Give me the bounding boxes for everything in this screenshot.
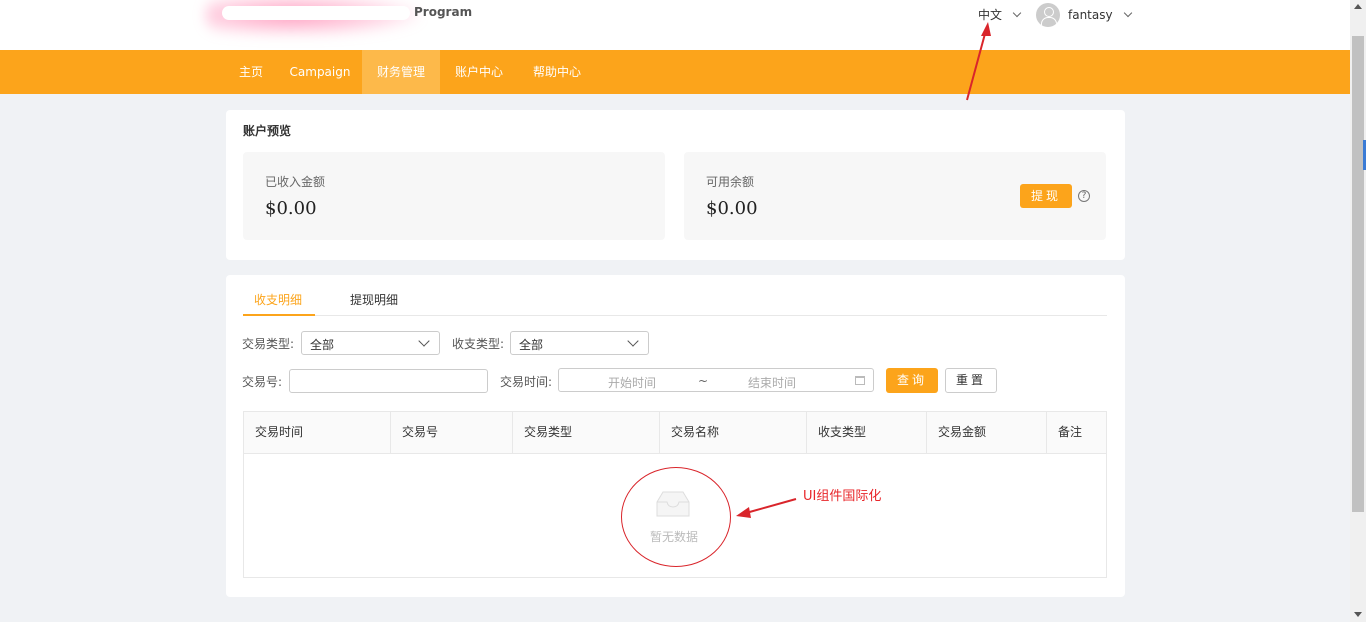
scrollbar-thumb[interactable] — [1352, 36, 1364, 512]
col-io-type: 收支类型 — [807, 412, 927, 453]
balance-label: 可用余额 — [706, 175, 755, 189]
io-type-value: 全部 — [519, 338, 544, 352]
trade-type-label: 交易类型: — [242, 337, 295, 351]
trade-time-label: 交易时间: — [500, 375, 553, 389]
nav-item-help[interactable]: 帮助中心 — [522, 50, 592, 94]
start-time-placeholder[interactable]: 开始时间 — [608, 374, 656, 391]
col-trade-time: 交易时间 — [244, 412, 391, 453]
balance-stat: 可用余额 $0.00 提现 ? — [684, 152, 1106, 240]
overview-title: 账户预览 — [243, 124, 292, 138]
scroll-down-icon[interactable] — [1354, 612, 1362, 617]
io-type-select[interactable]: 全部 — [510, 331, 649, 355]
nav-item-home[interactable]: 主页 — [226, 50, 276, 94]
language-label[interactable]: 中文 — [978, 6, 1002, 23]
chevron-down-icon — [418, 335, 430, 347]
io-type-label: 收支类型: — [452, 337, 505, 351]
chevron-down-icon[interactable] — [1123, 8, 1132, 18]
avatar[interactable] — [1036, 3, 1060, 27]
nav-item-finance[interactable]: 财务管理 — [362, 50, 440, 94]
account-overview-card: 账户预览 已收入金额 $0.00 可用余额 $0.00 提现 ? — [226, 110, 1125, 260]
chevron-down-icon — [627, 335, 639, 347]
date-range-picker[interactable]: 开始时间 ~ 结束时间 — [558, 368, 874, 392]
annotation-circle — [621, 467, 731, 567]
logo-text[interactable]: Program — [414, 5, 472, 19]
table-header: 交易时间 交易号 交易类型 交易名称 收支类型 交易金额 备注 — [244, 412, 1106, 454]
col-trade-type: 交易类型 — [513, 412, 660, 453]
withdraw-button[interactable]: 提现 — [1020, 184, 1072, 208]
trade-type-select[interactable]: 全部 — [301, 331, 440, 355]
chevron-down-icon[interactable] — [1012, 8, 1022, 17]
language-selector[interactable]: 中文 — [978, 6, 1022, 23]
username[interactable]: fantasy — [1068, 8, 1113, 22]
balance-value: $0.00 — [706, 198, 758, 219]
user-menu[interactable]: fantasy — [1036, 3, 1132, 27]
help-icon[interactable]: ? — [1078, 190, 1090, 202]
top-header: Program 中文 fantasy — [0, 0, 1350, 50]
end-time-placeholder[interactable]: 结束时间 — [748, 374, 796, 391]
logo-redacted-bar — [222, 6, 410, 20]
page-scrollbar[interactable] — [1350, 0, 1366, 622]
main-nav: 主页 Campaign 财务管理 账户中心 帮助中心 — [0, 50, 1350, 94]
tab-withdraw[interactable]: 提现明细 — [350, 291, 398, 308]
trade-no-label: 交易号: — [242, 375, 283, 389]
tab-active-indicator — [243, 314, 315, 316]
col-amount: 交易金额 — [927, 412, 1047, 453]
income-stat: 已收入金额 $0.00 — [243, 152, 665, 240]
scroll-up-icon[interactable] — [1354, 4, 1362, 9]
col-trade-name: 交易名称 — [660, 412, 807, 453]
annotation-text: UI组件国际化 — [803, 489, 882, 504]
nav-item-campaign[interactable]: Campaign — [283, 50, 357, 94]
col-trade-no: 交易号 — [391, 412, 513, 453]
query-button[interactable]: 查询 — [886, 368, 938, 393]
income-label: 已收入金额 — [265, 175, 326, 189]
range-separator: ~ — [698, 374, 709, 388]
income-value: $0.00 — [265, 198, 317, 219]
reset-button[interactable]: 重置 — [945, 368, 997, 393]
trade-no-input[interactable] — [289, 369, 488, 393]
nav-item-account[interactable]: 账户中心 — [444, 50, 514, 94]
tab-divider — [243, 315, 1107, 316]
col-remark: 备注 — [1058, 425, 1083, 439]
tab-income-expense[interactable]: 收支明细 — [254, 291, 302, 308]
trade-type-value: 全部 — [310, 338, 335, 352]
calendar-icon[interactable] — [855, 376, 865, 385]
